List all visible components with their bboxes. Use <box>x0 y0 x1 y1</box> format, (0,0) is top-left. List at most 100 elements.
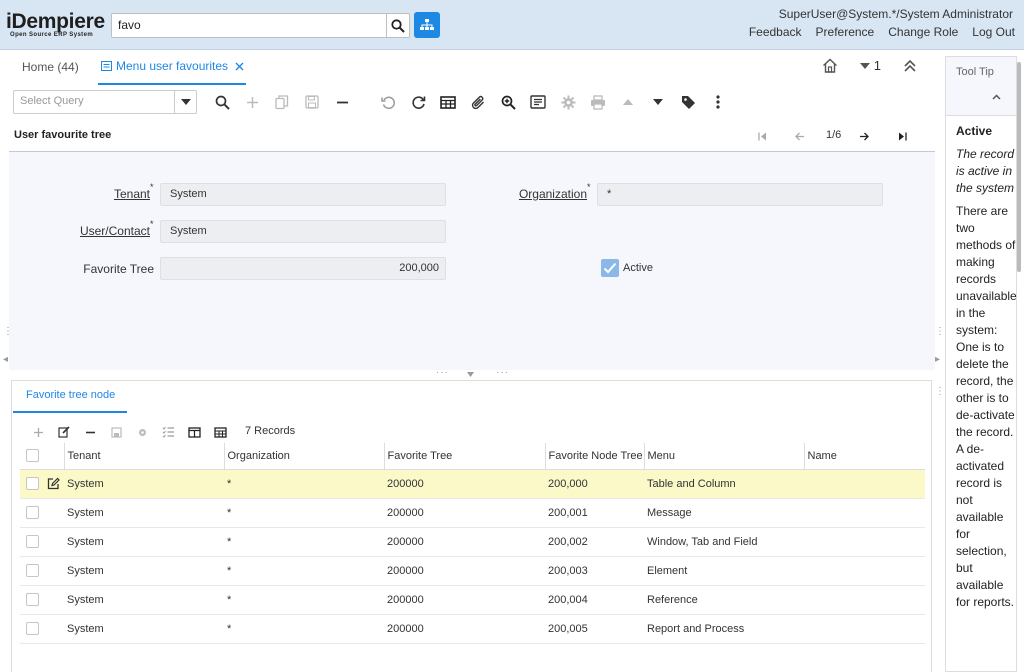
row-checkbox[interactable] <box>26 564 39 577</box>
new-record-button[interactable] <box>243 93 261 111</box>
menu-tree-button[interactable] <box>414 12 440 38</box>
tenant-label[interactable]: Tenant <box>80 187 150 201</box>
quick-info-button[interactable] <box>679 93 697 111</box>
cell-tenant[interactable]: System <box>64 498 224 528</box>
table-row[interactable]: System * 200000 200,005 Report and Proce… <box>20 614 925 644</box>
cell-favorite-tree[interactable]: 200000 <box>384 469 545 499</box>
detail-new-button[interactable] <box>30 424 46 440</box>
cell-favorite-tree[interactable]: 200000 <box>384 498 545 528</box>
cell-menu[interactable]: Reference <box>644 585 804 615</box>
right-splitter-handle[interactable]: ⋮ <box>935 326 945 337</box>
table-row[interactable]: System * 200000 200,003 Element <box>20 556 925 586</box>
cell-favorite-node-tree[interactable]: 200,005 <box>545 614 644 644</box>
user-contact-field[interactable]: System <box>160 220 446 243</box>
parent-record-button[interactable] <box>619 93 637 111</box>
zoom-across-button[interactable] <box>499 93 517 111</box>
favorite-tree-field[interactable]: 200,000 <box>160 257 446 280</box>
previous-record-button[interactable] <box>792 127 808 145</box>
cell-name[interactable] <box>804 498 925 528</box>
tooltip-scrollbar[interactable] <box>1017 62 1021 272</box>
cell-name[interactable] <box>804 469 925 499</box>
detail-edit-button[interactable] <box>56 424 72 440</box>
row-checkbox[interactable] <box>26 593 39 606</box>
window-list-dropdown[interactable]: 1 <box>859 58 881 73</box>
cell-tenant[interactable]: System <box>64 469 224 499</box>
column-header-favorite-node-tree[interactable]: Favorite Node Tree <box>545 443 645 470</box>
detail-splitter-handle[interactable]: ⋮ <box>935 386 945 397</box>
cell-organization[interactable]: * <box>224 585 384 615</box>
attachment-button[interactable] <box>469 93 487 111</box>
right-collapse-arrow[interactable]: ▸ <box>935 354 940 365</box>
cell-organization[interactable]: * <box>224 556 384 586</box>
toggle-grid-button[interactable] <box>439 93 457 111</box>
table-row[interactable]: System * 200000 200,004 Reference <box>20 585 925 615</box>
active-label[interactable]: Active <box>623 262 653 274</box>
cell-tenant[interactable]: System <box>64 556 224 586</box>
tab-menu-user-favourites[interactable]: Menu user favourites <box>101 59 244 73</box>
tab-favorite-tree-node[interactable]: Favorite tree node <box>26 389 115 401</box>
find-button[interactable] <box>213 93 231 111</box>
row-checkbox[interactable] <box>26 506 39 519</box>
cell-tenant[interactable]: System <box>64 585 224 615</box>
column-header-organization[interactable]: Organization <box>224 443 385 470</box>
table-row[interactable]: System * 200000 200,000 Table and Column <box>20 469 925 499</box>
refresh-button[interactable] <box>409 93 427 111</box>
more-options-button[interactable] <box>709 93 727 111</box>
detail-record-button[interactable] <box>649 93 667 111</box>
collapse-up-icon[interactable] <box>903 59 917 72</box>
cell-organization[interactable]: * <box>224 527 384 557</box>
detail-form-view-button[interactable] <box>186 424 202 440</box>
column-header-favorite-tree[interactable]: Favorite Tree <box>384 443 546 470</box>
save-button[interactable] <box>303 93 321 111</box>
cell-favorite-node-tree[interactable]: 200,004 <box>545 585 644 615</box>
global-search-input[interactable]: favo <box>111 13 387 38</box>
select-all-checkbox[interactable] <box>26 449 39 463</box>
change-role-link[interactable]: Change Role <box>888 25 958 39</box>
select-query-dropdown[interactable]: Select Query <box>13 90 197 114</box>
cell-favorite-tree[interactable]: 200000 <box>384 585 545 615</box>
cell-menu[interactable]: Element <box>644 556 804 586</box>
first-record-button[interactable] <box>754 127 770 145</box>
idempiere-logo[interactable]: iDempiere Open Source ERP System <box>6 11 105 39</box>
close-icon[interactable] <box>235 62 244 71</box>
row-checkbox[interactable] <box>26 535 39 548</box>
cell-menu[interactable]: Window, Tab and Field <box>644 527 804 557</box>
edit-icon[interactable] <box>47 477 60 490</box>
detail-customize-button[interactable] <box>160 424 176 440</box>
cell-name[interactable] <box>804 527 925 557</box>
search-button[interactable] <box>386 13 410 38</box>
cell-favorite-tree[interactable]: 200000 <box>384 614 545 644</box>
home-icon[interactable] <box>822 58 838 73</box>
caret-down-icon[interactable] <box>467 372 474 377</box>
column-header-name[interactable]: Name <box>804 443 925 470</box>
cell-favorite-node-tree[interactable]: 200,002 <box>545 527 644 557</box>
column-header-menu[interactable]: Menu <box>644 443 805 470</box>
cell-favorite-tree[interactable]: 200000 <box>384 527 545 557</box>
cell-favorite-node-tree[interactable]: 200,001 <box>545 498 644 528</box>
active-checkbox[interactable] <box>601 259 619 277</box>
cell-name[interactable] <box>804 585 925 615</box>
table-row[interactable]: System * 200000 200,002 Window, Tab and … <box>20 527 925 557</box>
undo-button[interactable] <box>379 93 397 111</box>
organization-label[interactable]: Organization <box>500 187 587 201</box>
tenant-field[interactable]: System <box>160 183 446 206</box>
splitter-handle[interactable]: ··· <box>436 367 449 378</box>
detail-grid-view-button[interactable] <box>212 424 228 440</box>
cell-menu[interactable]: Message <box>644 498 804 528</box>
splitter-handle[interactable]: ··· <box>496 367 509 378</box>
cell-menu[interactable]: Table and Column <box>644 469 804 499</box>
cell-name[interactable] <box>804 556 925 586</box>
user-role-info[interactable]: SuperUser@System.*/System Administrator <box>779 7 1013 21</box>
cell-organization[interactable]: * <box>224 614 384 644</box>
cell-tenant[interactable]: System <box>64 614 224 644</box>
chevron-up-icon[interactable] <box>992 94 1001 100</box>
cell-menu[interactable]: Report and Process <box>644 614 804 644</box>
delete-button[interactable] <box>333 93 351 111</box>
cell-name[interactable] <box>804 614 925 644</box>
detail-process-button[interactable] <box>134 424 150 440</box>
detail-delete-button[interactable] <box>82 424 98 440</box>
process-button[interactable] <box>559 93 577 111</box>
row-checkbox[interactable] <box>26 477 39 490</box>
cell-organization[interactable]: * <box>224 498 384 528</box>
cell-favorite-tree[interactable]: 200000 <box>384 556 545 586</box>
